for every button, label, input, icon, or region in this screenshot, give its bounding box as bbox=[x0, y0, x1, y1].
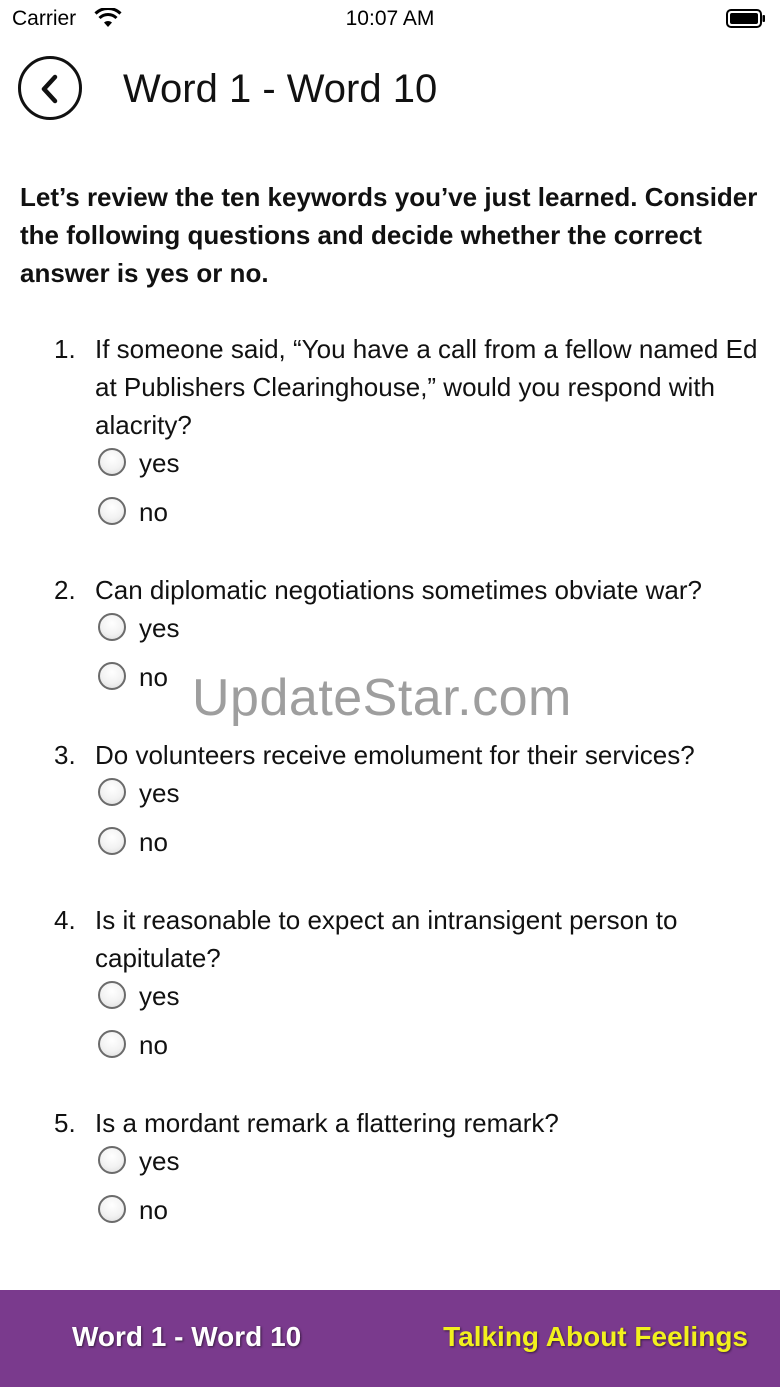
option-label: no bbox=[139, 1030, 168, 1060]
status-time: 10:07 AM bbox=[345, 7, 435, 30]
question-text: Can diplomatic negotiations sometimes ob… bbox=[95, 575, 702, 605]
option-yes[interactable]: yes bbox=[98, 774, 780, 823]
radio-button[interactable] bbox=[98, 448, 126, 476]
back-button[interactable] bbox=[18, 56, 82, 120]
question-number: 3. bbox=[54, 740, 76, 770]
option-no[interactable]: no bbox=[98, 493, 780, 542]
footer-current-lesson-link[interactable]: Word 1 - Word 10 bbox=[72, 1321, 301, 1353]
option-label: no bbox=[139, 662, 168, 692]
question-text: Do volunteers receive emolument for thei… bbox=[95, 740, 695, 770]
question-5: 5. Is a mordant remark a flattering rema… bbox=[0, 1104, 780, 1240]
option-label: yes bbox=[139, 981, 180, 1011]
question-number: 4. bbox=[54, 905, 76, 935]
footer-bar: Word 1 - Word 10 Talking About Feelings bbox=[0, 1290, 780, 1387]
radio-button[interactable] bbox=[98, 778, 126, 806]
question-4: 4. Is it reasonable to expect an intrans… bbox=[0, 901, 780, 1075]
radio-button[interactable] bbox=[98, 613, 126, 641]
option-no[interactable]: no bbox=[98, 1026, 780, 1075]
question-list: 1. If someone said, “You have a call fro… bbox=[0, 330, 780, 1269]
chevron-left-icon bbox=[41, 74, 58, 104]
intro-text: Let’s review the ten keywords you’ve jus… bbox=[20, 182, 758, 288]
status-bar: Carrier 10:07 AM bbox=[0, 0, 780, 40]
option-label: no bbox=[139, 1195, 168, 1225]
battery-icon bbox=[726, 9, 765, 28]
question-number: 1. bbox=[54, 334, 76, 364]
option-yes[interactable]: yes bbox=[98, 609, 780, 658]
radio-button[interactable] bbox=[98, 662, 126, 690]
radio-button[interactable] bbox=[98, 981, 126, 1009]
radio-button[interactable] bbox=[98, 1030, 126, 1058]
question-number: 5. bbox=[54, 1108, 76, 1138]
option-yes[interactable]: yes bbox=[98, 977, 780, 1026]
option-yes[interactable]: yes bbox=[98, 444, 780, 493]
page-title: Word 1 - Word 10 bbox=[123, 67, 438, 111]
question-3: 3. Do volunteers receive emolument for t… bbox=[0, 736, 780, 872]
option-no[interactable]: no bbox=[98, 1191, 780, 1240]
option-label: no bbox=[139, 827, 168, 857]
question-text: Is it reasonable to expect an intransige… bbox=[95, 905, 678, 973]
option-label: yes bbox=[139, 613, 180, 643]
watermark: UpdateStar.com bbox=[192, 669, 572, 727]
header: Word 1 - Word 10 bbox=[0, 50, 780, 132]
radio-button[interactable] bbox=[98, 1195, 126, 1223]
question-text: Is a mordant remark a flattering remark? bbox=[95, 1108, 559, 1138]
question-number: 2. bbox=[54, 575, 76, 605]
option-yes[interactable]: yes bbox=[98, 1142, 780, 1191]
option-label: yes bbox=[139, 448, 180, 478]
question-1: 1. If someone said, “You have a call fro… bbox=[0, 330, 780, 542]
footer-next-lesson-link[interactable]: Talking About Feelings bbox=[443, 1321, 748, 1353]
question-text: If someone said, “You have a call from a… bbox=[95, 334, 758, 440]
radio-button[interactable] bbox=[98, 827, 126, 855]
option-label: yes bbox=[139, 778, 180, 808]
option-no[interactable]: no bbox=[98, 823, 780, 872]
option-label: no bbox=[139, 497, 168, 527]
radio-button[interactable] bbox=[98, 497, 126, 525]
option-label: yes bbox=[139, 1146, 180, 1176]
radio-button[interactable] bbox=[98, 1146, 126, 1174]
